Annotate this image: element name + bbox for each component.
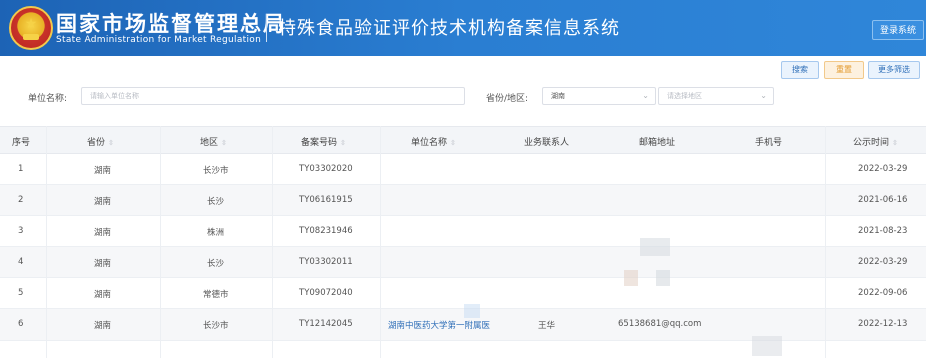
table-row[interactable]: 2 湖南 长沙 TY06161915 2021-06-16 — [0, 185, 926, 216]
cell-area: 株洲 — [207, 228, 225, 238]
unit-name-label: 单位名称: — [28, 94, 68, 104]
sort-icon[interactable]: ⇳ — [450, 139, 456, 147]
province-select[interactable]: 湖南 ⌄ — [542, 87, 656, 105]
cell-province: 湖南 — [94, 259, 112, 269]
table-row[interactable]: 6 湖南 长沙市 TY12142045 湖南中医药大学第一附属医 王华 6513… — [0, 309, 926, 341]
column-header-unit[interactable]: 单位名称 ⇳ — [411, 135, 456, 148]
cell-code: TY03302020 — [299, 164, 353, 174]
cell-date: 2022-03-29 — [858, 164, 908, 174]
header-divider — [266, 14, 267, 42]
chevron-down-icon: ⌄ — [760, 91, 767, 100]
cell-province: 湖南 — [94, 290, 112, 300]
region-label: 省份/地区: — [486, 94, 529, 104]
column-header-phone: 手机号 — [755, 138, 783, 148]
cell-date: 2022-03-29 — [858, 257, 908, 267]
cell-no: 6 — [18, 319, 24, 329]
cell-province: 湖南 — [94, 166, 112, 176]
unit-name-input[interactable]: 请输入单位名称 — [81, 87, 465, 105]
table-header: 序号 省份 ⇳ 地区 ⇳ 备案号码 ⇳ 单位名称 ⇳ 业务联系人 邮箱地址 手机号 公示… — [0, 126, 926, 154]
table-row[interactable]: 4 湖南 长沙 TY03302011 2022-03-29 — [0, 247, 926, 278]
cell-area: 长沙市 — [203, 166, 229, 176]
cell-no: 3 — [18, 226, 24, 236]
column-header-area[interactable]: 地区 ⇳ — [200, 135, 227, 148]
province-value: 湖南 — [551, 92, 565, 100]
column-header-date[interactable]: 公示时间 ⇳ — [853, 135, 898, 148]
cell-province: 湖南 — [94, 197, 112, 207]
sort-icon[interactable]: ⇳ — [340, 139, 346, 147]
cell-no: 2 — [18, 195, 24, 205]
reset-button[interactable]: 重置 — [824, 61, 864, 79]
login-button[interactable]: 登录系统 — [872, 20, 924, 40]
cell-code: TY06161915 — [299, 195, 353, 205]
chevron-down-icon: ⌄ — [642, 91, 649, 100]
cell-area: 长沙 — [207, 259, 225, 269]
cell-date: 2022-09-06 — [858, 288, 908, 298]
cell-province: 湖南 — [94, 321, 112, 331]
column-divider — [825, 126, 826, 358]
system-title: 特殊食品验证评价技术机构备案信息系统 — [278, 18, 620, 39]
agency-title-cn: 国家市场监督管理总局 — [56, 12, 286, 36]
sort-icon[interactable]: ⇳ — [892, 139, 898, 147]
column-header-province[interactable]: 省份 ⇳ — [87, 135, 114, 148]
column-header-code[interactable]: 备案号码 ⇳ — [301, 135, 346, 148]
cell-area: 长沙市 — [203, 321, 229, 331]
cell-date: 2021-06-16 — [858, 195, 908, 205]
unit-name-placeholder: 请输入单位名称 — [90, 92, 139, 100]
table-row[interactable]: 1 湖南 长沙市 TY03302020 2022-03-29 — [0, 154, 926, 185]
cell-code: TY12142045 — [299, 319, 353, 329]
site-header: ★ 国家市场监督管理总局 State Administration for Ma… — [0, 0, 926, 56]
cell-email: 65138681@qq.com — [618, 319, 702, 329]
column-header-email: 邮箱地址 — [639, 138, 676, 148]
cell-area: 常德市 — [203, 290, 229, 300]
cell-no: 4 — [18, 257, 24, 267]
cell-contact: 王华 — [538, 321, 556, 331]
cell-no: 5 — [18, 288, 24, 298]
column-header-contact: 业务联系人 — [524, 138, 570, 148]
cell-province: 湖南 — [94, 228, 112, 238]
cell-area: 长沙 — [207, 197, 225, 207]
cell-date: 2021-08-23 — [858, 226, 908, 236]
redacted-area — [640, 238, 670, 256]
column-divider — [46, 126, 47, 358]
redacted-area — [464, 304, 480, 318]
column-divider — [380, 126, 381, 358]
cell-code: TY08231946 — [299, 226, 353, 236]
table-row[interactable]: 5 湖南 常德市 TY09072040 2022-09-06 — [0, 278, 926, 309]
column-divider — [272, 126, 273, 358]
sort-icon[interactable]: ⇳ — [221, 139, 227, 147]
cell-date: 2022-12-13 — [858, 319, 908, 329]
cell-code: TY03302011 — [299, 257, 353, 267]
area-select[interactable]: 请选择地区 ⌄ — [658, 87, 774, 105]
redacted-area — [656, 270, 670, 286]
sort-icon[interactable]: ⇳ — [108, 139, 114, 147]
column-divider — [160, 126, 161, 358]
search-button[interactable]: 搜索 — [781, 61, 819, 79]
table-row[interactable]: 3 湖南 株洲 TY08231946 2021-08-23 — [0, 216, 926, 247]
area-placeholder: 请选择地区 — [667, 92, 702, 100]
redacted-area — [624, 270, 638, 286]
cell-no: 1 — [18, 164, 24, 174]
more-filters-button[interactable]: 更多筛选 — [868, 61, 920, 79]
redacted-area — [752, 336, 782, 356]
agency-title-en: State Administration for Market Regulati… — [56, 35, 262, 45]
cell-code: TY09072040 — [299, 288, 353, 298]
column-header-no: 序号 — [12, 138, 31, 148]
cell-unit-link[interactable]: 湖南中医药大学第一附属医 — [388, 319, 490, 331]
national-emblem-icon: ★ — [9, 6, 53, 50]
